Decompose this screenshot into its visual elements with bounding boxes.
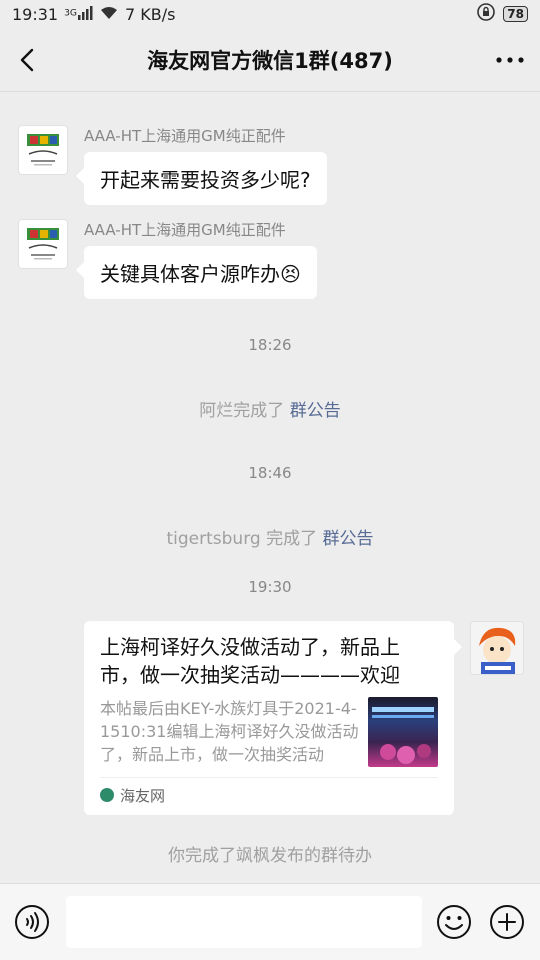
message-input[interactable] xyxy=(66,896,422,948)
system-notice: 你完成了飒枫发布的群待办 xyxy=(0,841,540,866)
plus-button[interactable] xyxy=(489,904,525,940)
message-bubble[interactable]: 关键具体客户源咋办😣 xyxy=(76,246,317,299)
plus-icon xyxy=(490,905,524,939)
notice-text: 阿烂完成了 xyxy=(199,401,290,421)
message-content: AAA-HT上海通用GM纯正配件 关键具体客户源咋办😣 xyxy=(68,219,317,299)
signal-icon: 3G xyxy=(64,5,93,23)
link-card[interactable]: 上海柯译好久没做活动了，新品上市，做一次抽奖活动————欢迎 本帖最后由KEY-… xyxy=(84,621,462,815)
card-footer: 海友网 xyxy=(100,778,438,812)
back-button[interactable] xyxy=(14,46,42,74)
card-description: 本帖最后由KEY-水族灯具于2021-4-1510:31编辑上海柯译好久没做活动… xyxy=(100,699,359,764)
battery-indicator: 78 xyxy=(503,6,528,22)
emoji-button[interactable] xyxy=(436,904,472,940)
card-body: 本帖最后由KEY-水族灯具于2021-4-1510:31编辑上海柯译好久没做活动… xyxy=(100,697,438,767)
avatar[interactable] xyxy=(18,125,68,175)
voice-button[interactable] xyxy=(14,904,50,940)
my-avatar[interactable] xyxy=(470,621,524,675)
card-title: 上海柯译好久没做活动了，新品上市，做一次抽奖活动————欢迎 xyxy=(100,635,400,687)
avatar[interactable] xyxy=(18,219,68,269)
cadillac-logo-icon xyxy=(27,134,59,166)
more-button[interactable] xyxy=(494,46,526,74)
input-bar xyxy=(0,883,540,960)
status-bar: 19:31 3G 7 KB/s 78 xyxy=(0,0,540,28)
sender-name: AAA-HT上海通用GM纯正配件 xyxy=(84,221,286,239)
card-thumbnail xyxy=(368,697,438,767)
wifi-icon xyxy=(99,5,119,24)
sender-name: AAA-HT上海通用GM纯正配件 xyxy=(84,127,286,145)
timestamp: 18:26 xyxy=(248,336,292,354)
chevron-left-icon xyxy=(20,48,34,72)
system-notice: 阿烂完成了 群公告 xyxy=(0,396,540,421)
timestamp: 19:30 xyxy=(248,578,292,596)
message-bubble[interactable]: 开起来需要投资多少呢? xyxy=(76,152,327,205)
chat-title: 海友网官方微信1群(487) xyxy=(147,48,393,73)
more-dots-icon xyxy=(496,57,524,63)
voice-icon xyxy=(15,905,49,939)
chat-header: 海友网官方微信1群(487) xyxy=(0,28,540,92)
cartoon-avatar-icon xyxy=(471,622,523,674)
group-notice-link[interactable]: 群公告 xyxy=(323,529,374,549)
notice-text: tigertsburg 完成了 xyxy=(166,529,323,549)
timestamp: 18:46 xyxy=(248,464,292,482)
lock-icon xyxy=(477,3,496,25)
chat-message: AAA-HT上海通用GM纯正配件 关键具体客户源咋办😣 xyxy=(18,219,317,299)
status-right: 78 xyxy=(477,3,528,25)
notice-text: 你完成了飒枫发布的群待办 xyxy=(168,846,372,866)
status-left: 19:31 3G 7 KB/s xyxy=(12,5,176,24)
group-notice-link[interactable]: 群公告 xyxy=(290,401,341,421)
emoji-icon xyxy=(437,905,471,939)
source-logo-icon xyxy=(100,788,114,802)
cadillac-logo-icon xyxy=(27,228,59,260)
aquarium-image-icon xyxy=(372,707,435,764)
network-speed: 7 KB/s xyxy=(125,4,176,24)
message-content: AAA-HT上海通用GM纯正配件 开起来需要投资多少呢? xyxy=(68,125,327,205)
system-notice: tigertsburg 完成了 群公告 xyxy=(0,524,540,549)
chat-message: AAA-HT上海通用GM纯正配件 开起来需要投资多少呢? xyxy=(18,125,327,205)
card-source: 海友网 xyxy=(120,786,166,805)
status-time: 19:31 xyxy=(12,4,59,24)
chat-area[interactable]: AAA-HT上海通用GM纯正配件 开起来需要投资多少呢? AAA-HT上海通用G… xyxy=(0,93,540,883)
